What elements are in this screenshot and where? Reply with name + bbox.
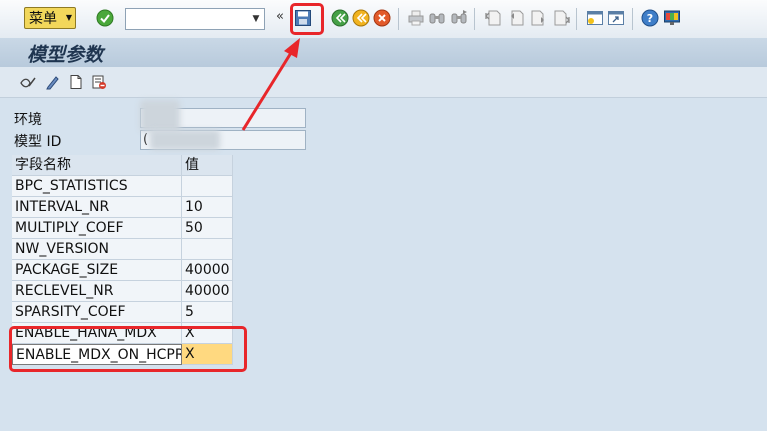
annotation-arrow: [241, 38, 300, 131]
sap-window: 菜单 ▼ ▼ « ? 模型参数 环境 模型 ID (字段名称 值 BPC_ST…: [0, 0, 767, 431]
